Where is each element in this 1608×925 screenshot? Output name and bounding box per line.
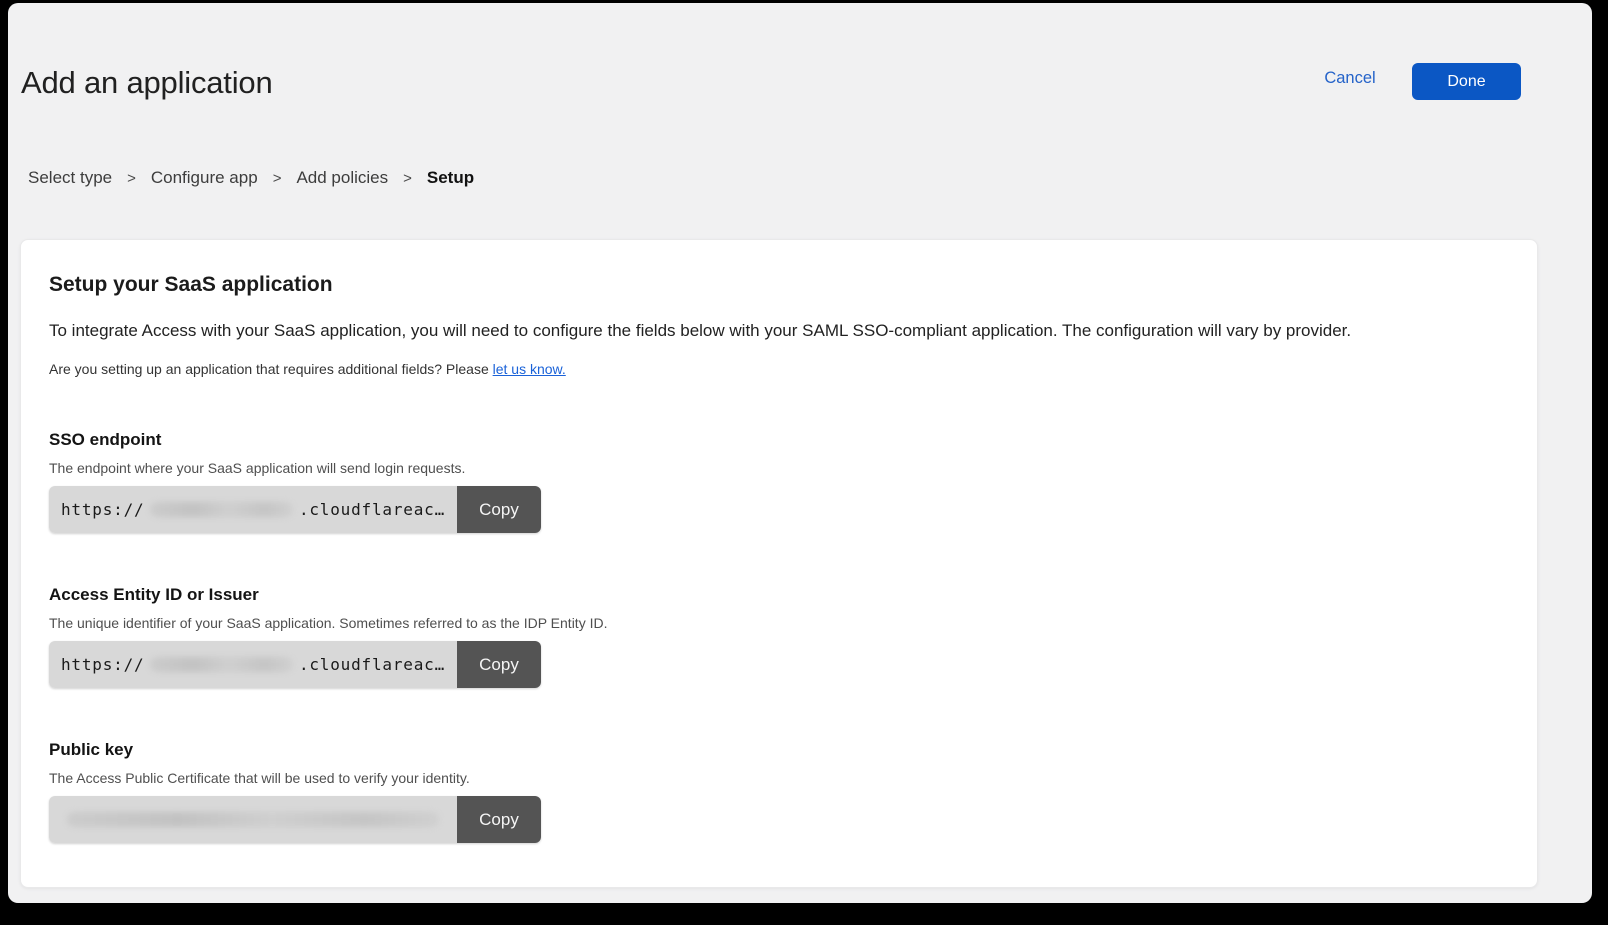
redacted-value	[150, 657, 292, 672]
value-prefix: https://	[61, 655, 144, 674]
page-title: Add an application	[21, 65, 272, 101]
sso-endpoint-copy-button[interactable]: Copy	[457, 486, 541, 533]
sso-endpoint-label: SSO endpoint	[49, 430, 1509, 450]
public-key-field: Copy	[49, 796, 541, 843]
breadcrumb-separator: >	[273, 170, 282, 187]
setup-card: Setup your SaaS application To integrate…	[20, 239, 1538, 888]
redacted-value	[67, 812, 439, 827]
sso-endpoint-field: https:// .cloudflareac… Copy	[49, 486, 541, 533]
breadcrumb-step-add-policies[interactable]: Add policies	[296, 168, 388, 188]
intro-text: To integrate Access with your SaaS appli…	[49, 320, 1509, 342]
note-text-static: Are you setting up an application that r…	[49, 361, 489, 377]
breadcrumb-step-setup: Setup	[427, 168, 474, 188]
public-key-description: The Access Public Certificate that will …	[49, 770, 1509, 786]
breadcrumb-step-configure-app[interactable]: Configure app	[151, 168, 258, 188]
sso-endpoint-value: https:// .cloudflareac…	[49, 486, 457, 533]
entity-id-copy-button[interactable]: Copy	[457, 641, 541, 688]
card-heading: Setup your SaaS application	[49, 272, 1509, 297]
let-us-know-link[interactable]: let us know.	[493, 361, 566, 377]
entity-id-value: https:// .cloudflareac…	[49, 641, 457, 688]
entity-id-description: The unique identifier of your SaaS appli…	[49, 615, 1509, 631]
entity-id-label: Access Entity ID or Issuer	[49, 585, 1509, 605]
public-key-value	[49, 796, 457, 843]
value-suffix: .cloudflareac…	[299, 500, 445, 519]
entity-id-field: https:// .cloudflareac… Copy	[49, 641, 541, 688]
page: Add an application Cancel Done Select ty…	[8, 3, 1592, 903]
breadcrumb-separator: >	[127, 170, 136, 187]
public-key-copy-button[interactable]: Copy	[457, 796, 541, 843]
note-text: Are you setting up an application that r…	[49, 361, 1509, 378]
breadcrumb: Select type > Configure app > Add polici…	[28, 168, 474, 188]
value-suffix: .cloudflareac…	[299, 655, 445, 674]
redacted-value	[150, 502, 292, 517]
breadcrumb-separator: >	[403, 170, 412, 187]
sso-endpoint-description: The endpoint where your SaaS application…	[49, 460, 1509, 476]
cancel-button[interactable]: Cancel	[1318, 69, 1382, 88]
value-prefix: https://	[61, 500, 144, 519]
done-button[interactable]: Done	[1412, 63, 1521, 100]
public-key-label: Public key	[49, 740, 1509, 760]
breadcrumb-step-select-type[interactable]: Select type	[28, 168, 112, 188]
